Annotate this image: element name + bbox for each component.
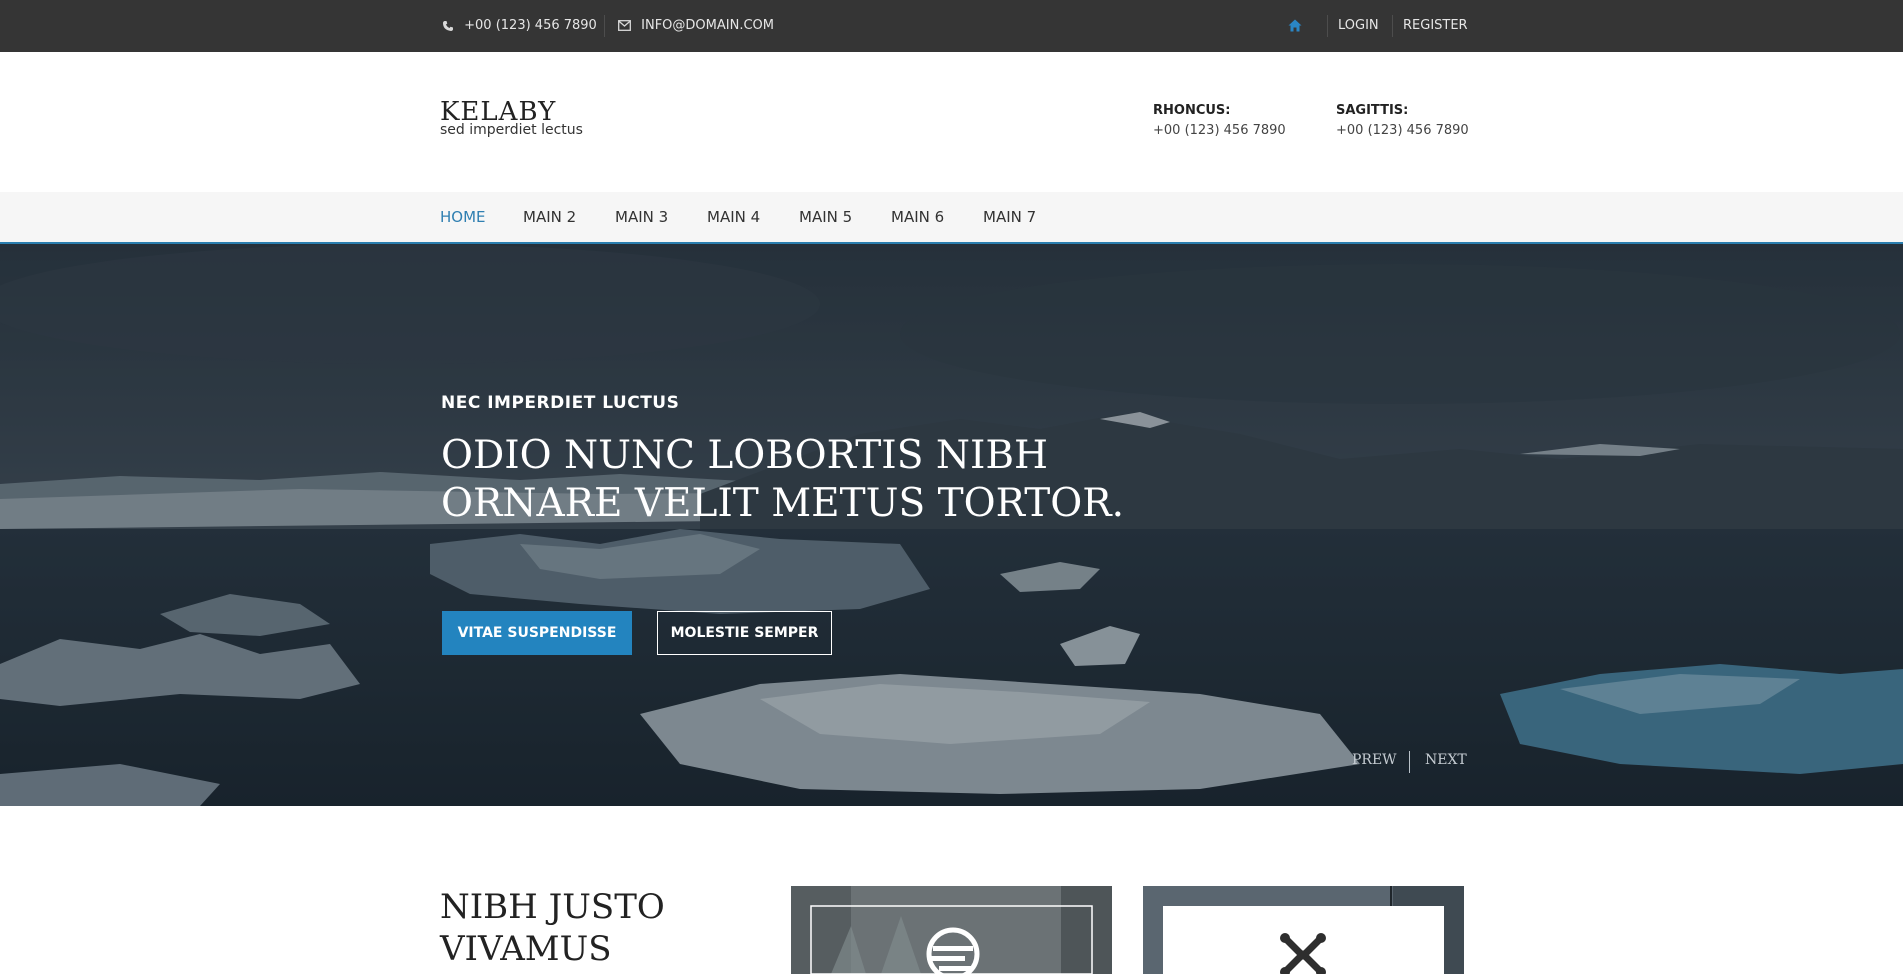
register-link[interactable]: REGISTER xyxy=(1403,0,1468,52)
hero-slider: NEC IMPERDIET LUCTUS ODIO NUNC LOBORTIS … xyxy=(0,244,1903,806)
contact-label-sagittis: SAGITTIS: xyxy=(1336,103,1409,118)
divider xyxy=(1327,15,1328,37)
feature-card-2[interactable] xyxy=(1143,886,1464,974)
contact-phone-rhoncus: +00 (123) 456 7890 xyxy=(1153,123,1286,138)
email-contact[interactable]: INFO@DOMAIN.COM xyxy=(618,0,774,52)
vitae-suspendisse-button[interactable]: VITAE SUSPENDISSE xyxy=(442,611,632,655)
login-link[interactable]: LOGIN xyxy=(1338,0,1379,52)
slider-divider xyxy=(1409,751,1410,773)
slider-next-button[interactable]: NEXT xyxy=(1425,752,1467,768)
section-title: NIBH JUSTO VIVAMUS xyxy=(440,887,665,969)
phone-icon xyxy=(443,20,453,31)
hero-title: ODIO NUNC LOBORTIS NIBH ORNARE VELIT MET… xyxy=(441,433,1125,526)
contact-label-rhoncus: RHONCUS: xyxy=(1153,103,1231,118)
stack-logo-icon xyxy=(926,927,980,974)
divider xyxy=(1392,15,1393,37)
nav-item-main-7[interactable]: MAIN 7 xyxy=(983,192,1036,242)
site-tagline: sed imperdiet lectus xyxy=(440,122,583,138)
top-bar: +00 (123) 456 7890 INFO@DOMAIN.COM LOGIN… xyxy=(0,0,1903,52)
nav-item-main-3[interactable]: MAIN 3 xyxy=(615,192,668,242)
nav-item-main-6[interactable]: MAIN 6 xyxy=(891,192,944,242)
email-text: INFO@DOMAIN.COM xyxy=(641,18,774,33)
nav-item-main-5[interactable]: MAIN 5 xyxy=(799,192,852,242)
phone-text: +00 (123) 456 7890 xyxy=(464,18,597,33)
molestie-semper-button[interactable]: MOLESTIE SEMPER xyxy=(657,611,832,655)
divider xyxy=(604,15,605,37)
envelope-icon xyxy=(618,20,631,31)
hero-kicker: NEC IMPERDIET LUCTUS xyxy=(441,393,680,413)
nav-item-main-2[interactable]: MAIN 2 xyxy=(523,192,576,242)
main-nav: HOME MAIN 2 MAIN 3 MAIN 4 MAIN 5 MAIN 6 … xyxy=(0,192,1903,244)
home-link[interactable] xyxy=(1288,0,1302,52)
contact-phone-sagittis: +00 (123) 456 7890 xyxy=(1336,123,1469,138)
slider-prev-button[interactable]: PREW xyxy=(1352,752,1397,768)
phone-contact: +00 (123) 456 7890 xyxy=(442,0,597,52)
nav-item-main-4[interactable]: MAIN 4 xyxy=(707,192,760,242)
feature-card-1[interactable] xyxy=(791,886,1112,974)
joomla-logo-icon xyxy=(1280,933,1326,974)
home-icon xyxy=(1288,19,1302,32)
nav-item-home[interactable]: HOME xyxy=(440,192,486,242)
